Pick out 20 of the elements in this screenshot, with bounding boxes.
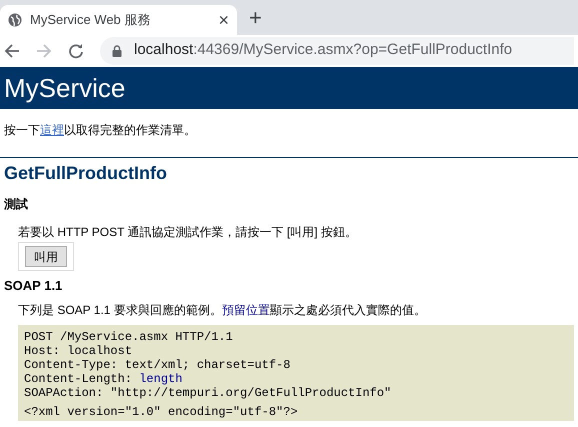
invoke-button[interactable]: 叫用 (25, 246, 67, 267)
reload-icon[interactable] (68, 42, 84, 58)
close-tab-button[interactable]: × (218, 11, 229, 29)
new-tab-button[interactable]: + (249, 6, 262, 28)
tab-title: MyService Web 服務 (30, 11, 152, 30)
operation-title: GetFullProductInfo (4, 162, 168, 185)
intro-text: 按一下這裡以取得完整的作業清單。 (4, 122, 197, 139)
test-instructions: 若要以 HTTP POST 通訊協定測試作業，請按一下 [叫用] 按鈕。 (18, 224, 358, 241)
lock-icon (112, 44, 122, 56)
here-link[interactable]: 這裡 (40, 123, 64, 137)
section-heading: 測試 (4, 196, 29, 213)
url-text: localhost:44369/MyService.asmx?op=GetFullProductInfo (134, 40, 512, 60)
back-arrow-icon[interactable] (4, 42, 20, 58)
browser-tab[interactable]: MyService Web 服務 × (0, 5, 237, 35)
address-bar[interactable]: localhost:44369/MyService.asmx?op=GetFullProductInfo (100, 36, 574, 64)
globe-icon (8, 13, 22, 27)
code-sample: POST /MyService.asmx HTTP/1.1 Host: localhost Content-Type: text/xml; charset=utf-8 Content-Length: length SOAPAction: "http://tempuri.org/GetFullProductInfo" <?xml version="1.0" encoding="utf-8"?> (18, 324, 574, 420)
soap-description: 下列是 SOAP 1.1 要求與回應的範例。預留位置顯示之處必須代入實際的值。 (18, 302, 427, 318)
section-heading: SOAP 1.1 (4, 277, 64, 295)
page-title: MyService (4, 72, 126, 104)
